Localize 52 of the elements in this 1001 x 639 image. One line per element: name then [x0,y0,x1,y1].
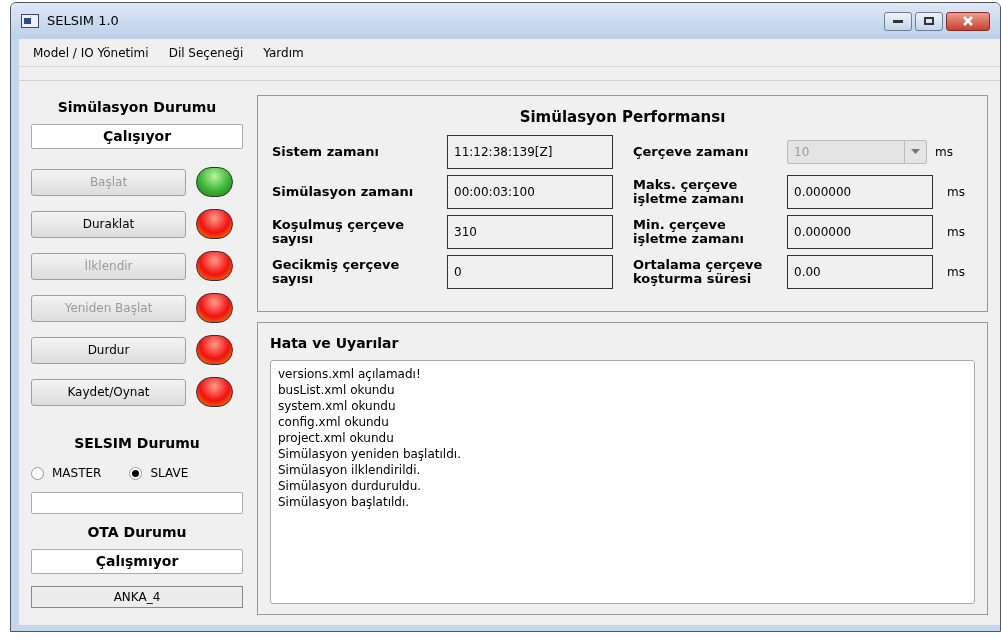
minimize-button[interactable] [884,11,912,31]
app-icon [21,14,39,28]
log-line: Simülasyon durduruldu. [278,478,423,494]
value-field: 0.00 [787,254,933,289]
maximize-button[interactable] [915,11,943,31]
field-label: Koşulmuş çerçeve sayısı [272,217,406,246]
control-button[interactable]: Duraklat [31,210,186,238]
field-label: Maks. çerçeve işletme zamanı [633,177,745,206]
status-display: Çalışmıyor [31,549,243,574]
unit-label: ms [935,143,953,161]
control-button[interactable]: Durdur [31,336,186,364]
section-heading: OTA Durumu [87,523,187,542]
radio-option[interactable]: SLAVE [129,464,189,482]
log-line: Simülasyon yeniden başlatıldı. [278,446,462,462]
section-heading: SELSIM Durumu [74,434,200,453]
unit-label: ms [947,223,965,241]
menu-item[interactable]: Yardım [263,43,304,62]
value-field: 310 [447,214,613,249]
unit-label: ms [947,183,965,201]
text-field[interactable] [31,492,243,514]
field-label: Ortalama çerçeve koşturma süresi [633,257,764,286]
log-line: Simülasyon ilklendirildi. [278,462,422,478]
control-button[interactable]: Kaydet/Oynat [31,378,186,406]
menu-item[interactable]: Dil Seçeneği [168,43,244,62]
value-field: 0.000000 [787,174,933,209]
log-line: config.xml okundu [278,414,390,430]
field-label: Min. çerçeve işletme zamanı [633,217,745,246]
field-label: Sistem zamanı [272,144,381,159]
value-field: 0 [447,254,613,289]
name-display: ANKA_4 [31,586,243,608]
close-button[interactable] [946,11,990,31]
log-line: project.xml okundu [278,430,395,446]
field-label: Çerçeve zamanı [633,144,750,159]
menu-item[interactable]: Model / IO Yönetimi [33,43,149,62]
field-label: Gecikmiş çerçeve sayısı [272,257,401,286]
panel-title: Hata ve Uyarılar [270,334,400,353]
log-line: Simülasyon başlatıldı. [278,494,411,510]
value-field: 00:00:03:100 [447,174,613,209]
window-title: SELSIM 1.0 [47,12,119,31]
section-heading: Simülasyon Durumu [57,98,217,117]
field-label: Simülasyon zamanı [272,184,415,199]
log-line: busList.xml okundu [278,382,396,398]
value-field: 0.000000 [787,214,933,249]
caret-icon [911,149,920,154]
panel-title: Simülasyon Performansı [519,107,726,128]
log-line: system.xml okundu [278,398,397,414]
close-icon [962,16,974,26]
radio-option[interactable]: MASTER [31,464,102,482]
unit-label: ms [947,263,965,281]
value-field: 11:12:38:139[Z] [447,134,613,169]
log-line: versions.xml açılamadı! [278,366,422,382]
status-display: Çalışıyor [31,124,243,149]
